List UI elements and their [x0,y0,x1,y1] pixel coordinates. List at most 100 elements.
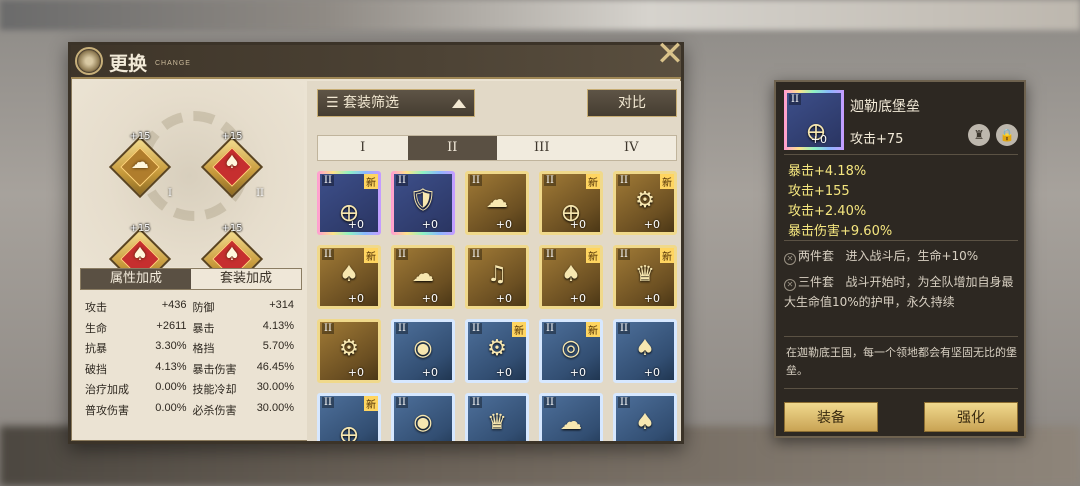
divider [784,336,1018,337]
stat-label: 攻击 [85,301,107,314]
item-roman: II [618,175,630,186]
new-badge: 新 [660,174,674,189]
inventory-item[interactable]: II ♠ +0 [613,393,677,441]
helmet-icon: 🜨 [806,121,826,146]
card-spade-icon: ♠ [223,152,241,173]
slot-level: +15 [221,131,243,142]
equip-button[interactable]: 装备 [784,402,878,432]
tab-slot-2[interactable]: II [407,136,497,160]
stat-value: +436 [161,299,187,311]
inventory-item[interactable]: II ⚙ +0 新 [465,319,529,383]
inactive-mark-icon: ✕ [784,253,796,265]
enhance-button[interactable]: 强化 [924,402,1018,432]
new-badge: 新 [512,322,526,337]
set-filter-button[interactable]: ☰ 套装筛选 [317,89,475,117]
inventory-item[interactable]: II🜨+0新 [539,171,603,235]
slot-level: +15 [129,223,151,234]
chain-icon: ☁ [131,152,149,173]
panel-subtitle: CHANGE [155,60,191,67]
inventory-item[interactable]: II ◉ +0 [391,393,455,441]
item-level: +0 [495,218,512,231]
inventory-item[interactable]: II ⚙ +0 新 [613,171,677,235]
stat-row: 普攻伤害 0.00% 必杀伤害 30.00% [85,402,300,423]
inventory-item[interactable]: II ♛ +0 [465,393,529,441]
inventory-item[interactable]: II ☁ +0 [391,245,455,309]
item-roman: II [470,323,482,334]
new-badge: 新 [586,174,600,189]
sub-stat: 攻击+155 [788,184,850,199]
inventory-item[interactable]: II ☁ +0 [465,171,529,235]
item-level: +0 [569,366,586,379]
stat-value: 46.45% [256,360,294,373]
item-roman: II [470,175,482,186]
inventory-item[interactable]: II 🛡 +0 [391,171,455,235]
stat-label: 技能冷却 [192,383,237,396]
sub-stat: 攻击+2.40% [788,204,867,219]
inventory-item[interactable]: II ♠ +0 [613,319,677,383]
title-bar: 更换 CHANGE [71,45,681,79]
item-level: +0 [421,366,438,379]
item-level: +0 [643,366,660,379]
inventory-item[interactable]: II ♛ +0 新 [613,245,677,309]
stat-row: 生命 +2611 暴击 4.13% [85,320,300,341]
item-icon: 🛡 [409,188,437,213]
item-detail-panel: II 🜨 +0 迦勒底堡垒 攻击+75 ♜ 🔒 暴击+4.18% 攻击+155 … [774,80,1026,438]
stat-row: 攻击 +436 防御 +314 [85,299,300,320]
inventory-item[interactable]: II ♫ +0 [465,245,529,309]
item-icon: II 🜨 +0 [784,90,844,150]
inventory-item[interactable]: II ◉ +0 [391,319,455,383]
item-roman: II [396,397,408,408]
inventory-item[interactable]: II ◎ +0 新 [539,319,603,383]
close-button[interactable]: ✕ [652,37,688,74]
item-level: +0 [348,440,364,441]
set-label: 两件套 [798,249,835,263]
item-roman: II [470,249,482,260]
item-name: 迦勒底堡垒 [850,99,920,115]
item-icon: ☁ [412,262,434,287]
inventory-item[interactable]: II🜨+0新 [317,393,381,441]
equipped-slot-1[interactable]: ☁ +15 I [108,131,172,199]
stat-value: 4.13% [155,360,187,373]
tab-slot-4[interactable]: IV [586,136,676,160]
tab-slot-1[interactable]: I [318,136,408,160]
lock-icon[interactable]: 🔒 [996,124,1018,146]
stat-value: 30.00% [256,401,294,414]
dismantle-icon[interactable]: ♜ [968,124,990,146]
set-filter-label: 套装筛选 [343,95,400,111]
item-flavor-text: 在迦勒底王国，每一个领地都会有坚固无比的堡垒。 [786,346,1017,377]
inventory-item[interactable]: II🜨+0新 [317,171,381,235]
stat-label: 破挡 [85,362,107,376]
stat-label: 格挡 [192,342,215,355]
inventory-item[interactable]: II ♠ +0 新 [539,245,603,309]
stat-value: 30.00% [256,381,294,393]
item-roman: II [618,323,630,334]
inventory-item[interactable]: II ☁ +0 [539,393,603,441]
stat-value: 0.00% [155,401,187,414]
item-level: +0 [347,292,364,305]
item-icon: ♠ [561,262,581,287]
slot-tabs: I II III IV [317,135,677,161]
stat-row: 抗暴 3.30% 格挡 5.70% [85,340,300,361]
slot-level: +15 [221,223,243,234]
tab-set-bonus[interactable]: 套装加成 [191,269,301,289]
stat-row: 破挡 4.13% 暴击伤害 46.45% [85,361,300,382]
item-roman: II [322,397,334,408]
inventory-item[interactable]: II ⚙ +0 [317,319,381,383]
equipped-slot-2[interactable]: ♠ +15 II [200,131,264,199]
slot-roman: II [256,188,264,199]
item-level: +0 [347,366,364,379]
item-roman: II [544,397,556,408]
new-badge: 新 [364,396,378,411]
slot-level: +15 [129,131,151,142]
tab-attribute-bonus[interactable]: 属性加成 [81,269,191,289]
item-level: +0 [421,292,438,305]
item-level: +0 [495,366,512,379]
stat-value: 0.00% [155,381,187,393]
item-level: +0 [421,218,438,231]
tab-slot-3[interactable]: III [497,136,587,160]
item-roman: II [322,175,334,186]
item-level: +0 [643,292,660,305]
compare-button[interactable]: 对比 [587,89,677,117]
inactive-mark-icon: ✕ [784,279,796,291]
inventory-item[interactable]: II ♠ +0 新 [317,245,381,309]
